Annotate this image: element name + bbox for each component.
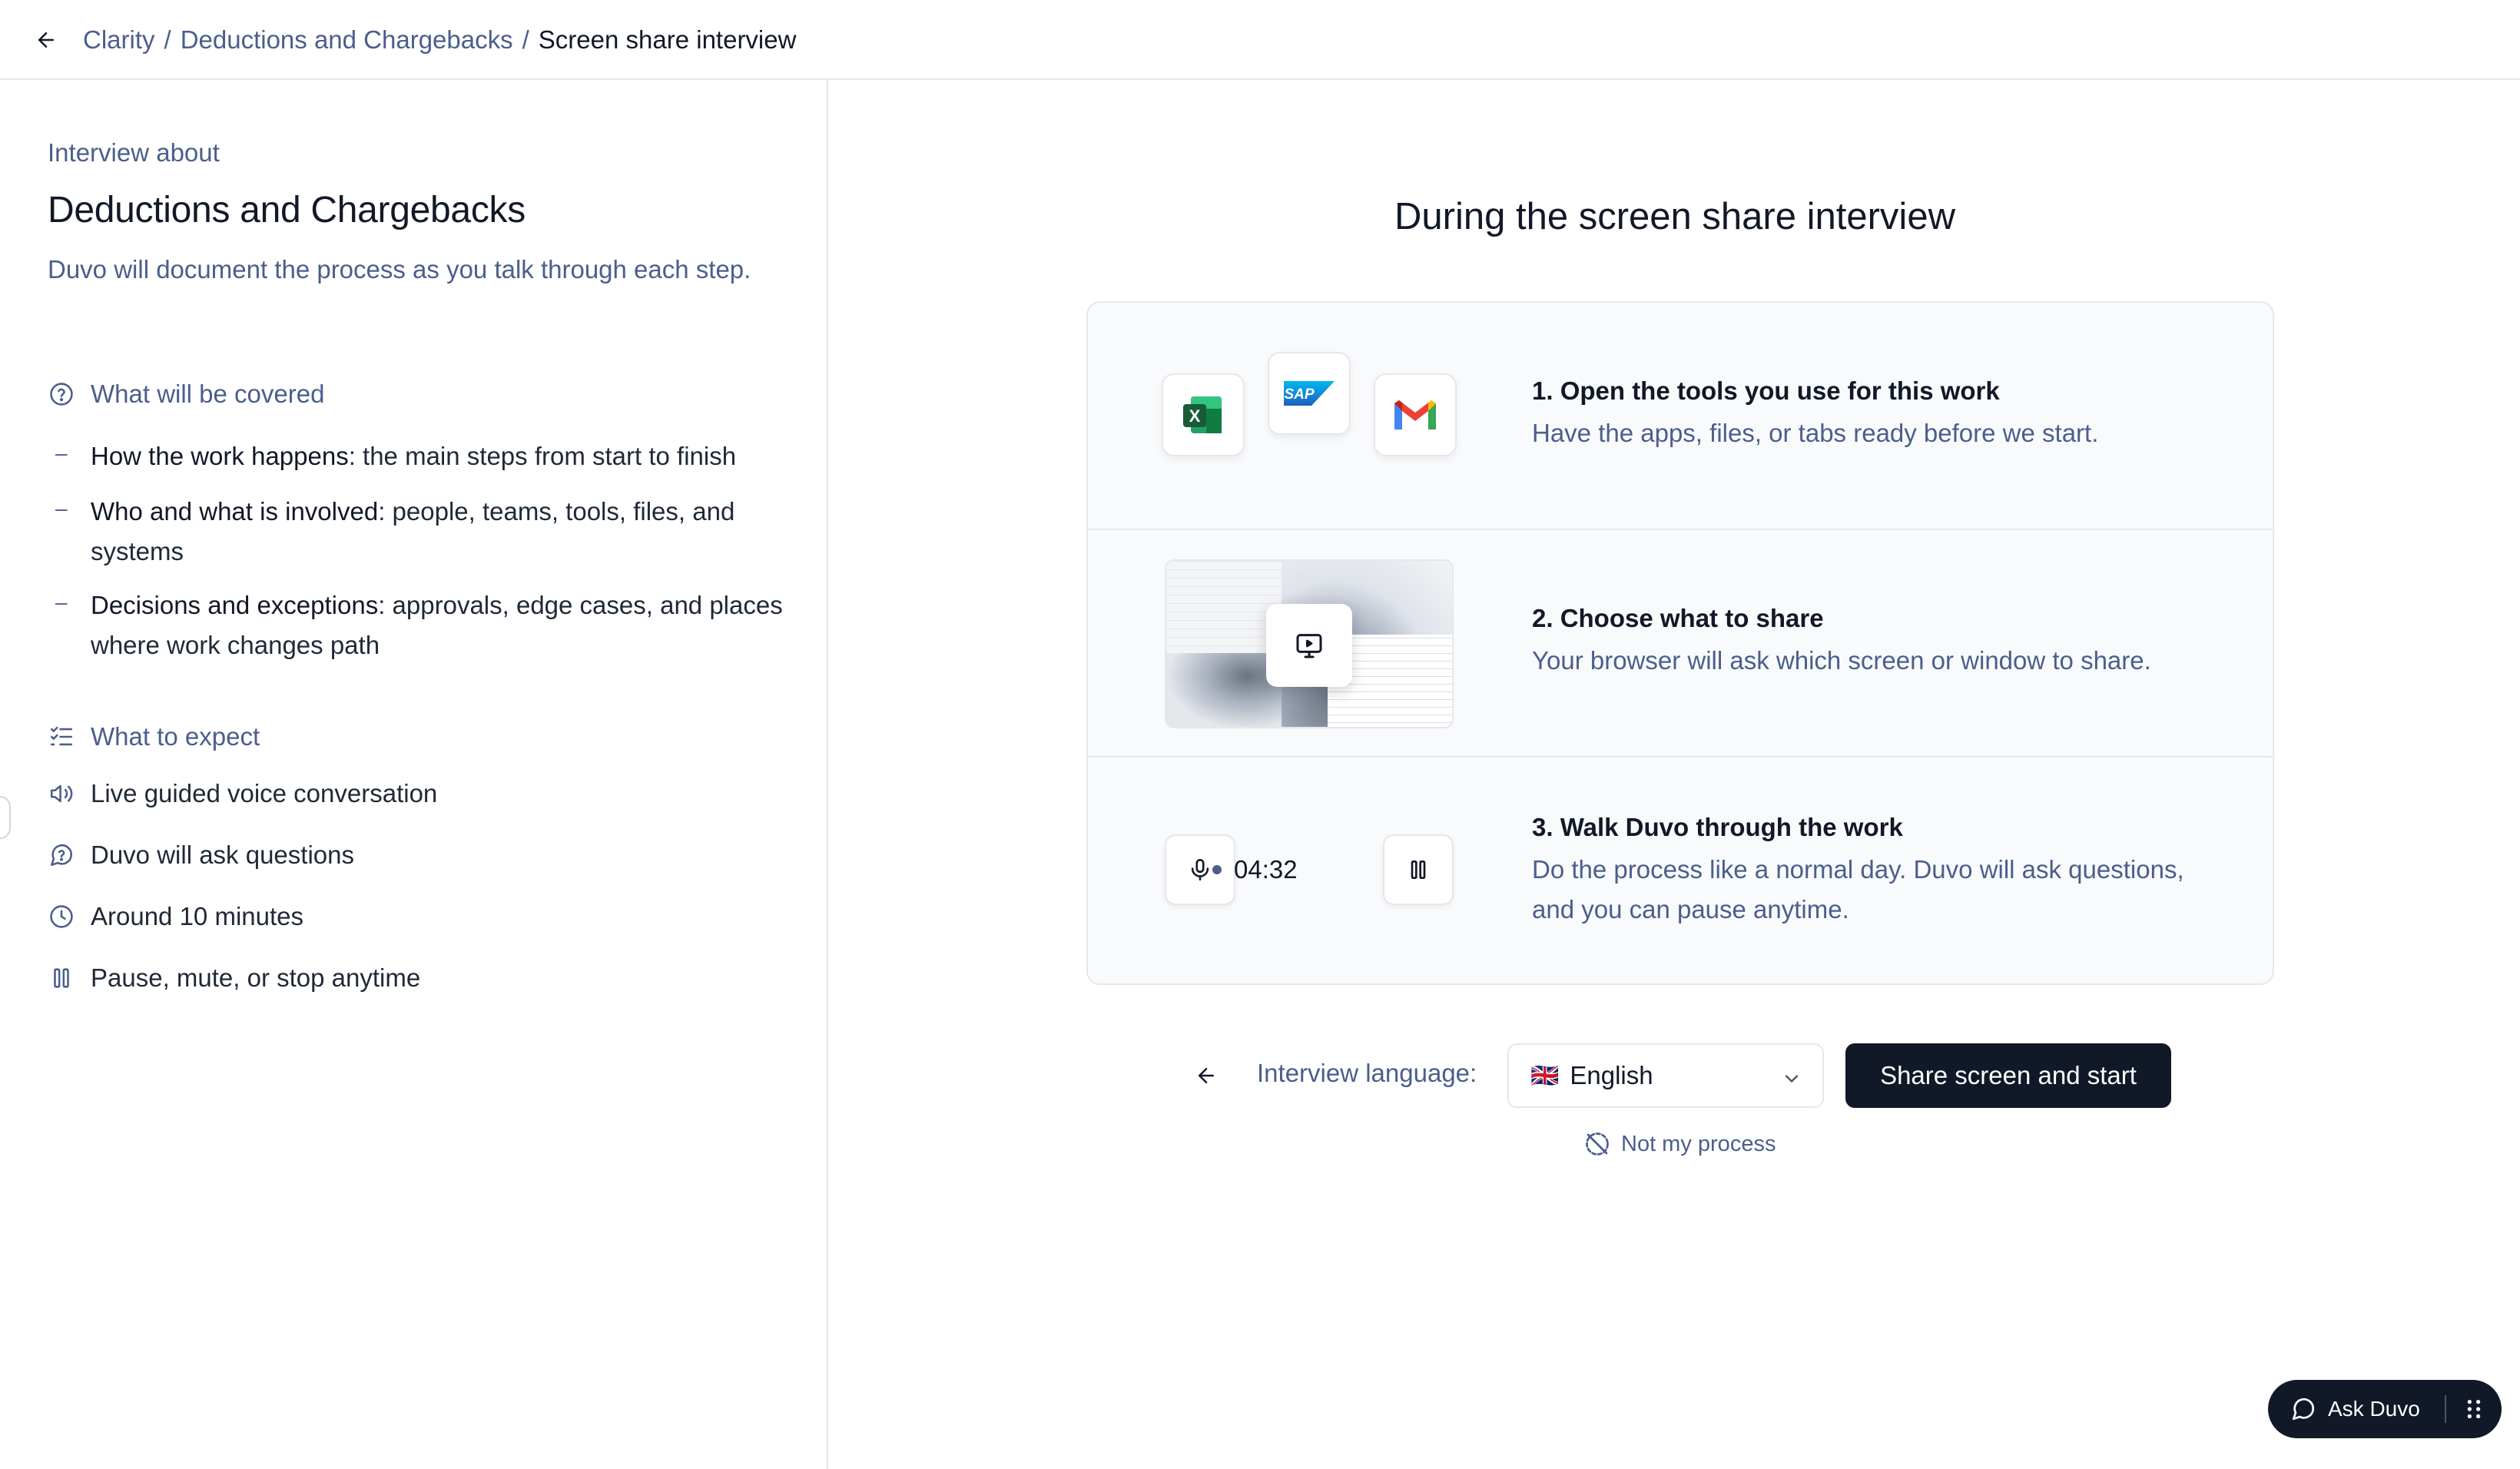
- expect-item-label: Live guided voice conversation: [91, 779, 438, 807]
- breadcrumb-separator: /: [522, 25, 529, 54]
- dash-icon: –: [55, 441, 68, 465]
- covered-item-bold: Who and what is involved: [91, 497, 379, 526]
- expect-item: Live guided voice conversation: [48, 779, 437, 808]
- sidebar-eyebrow: Interview about: [48, 138, 220, 167]
- step-walk-through: 04:32 3. Walk Duvo through the work Do t…: [1088, 758, 2273, 983]
- covered-item-text: : the main steps from start to finish: [348, 442, 737, 470]
- covered-heading-label: What will be covered: [91, 380, 325, 408]
- speaker-icon: [48, 780, 75, 807]
- topic-title: Deductions and Chargebacks: [48, 190, 526, 230]
- pause-icon: [48, 964, 75, 992]
- expect-item: Pause, mute, or stop anytime: [48, 963, 420, 993]
- language-select[interactable]: 🇬🇧 English: [1507, 1043, 1824, 1108]
- expect-heading-label: What to expect: [91, 722, 260, 751]
- not-my-process-link[interactable]: Not my process: [1583, 1129, 1776, 1159]
- uk-flag-icon: 🇬🇧: [1530, 1063, 1560, 1089]
- recording-dot: [1212, 865, 1222, 874]
- breadcrumb-current: Screen share interview: [538, 25, 797, 54]
- step-title: 2. Choose what to share: [1532, 604, 1824, 632]
- screen-share-preview: [1165, 559, 1454, 728]
- dash-icon: –: [55, 590, 68, 614]
- start-actions: Interview language: 🇬🇧 English Share scr…: [830, 1043, 2520, 1108]
- step-title: 3. Walk Duvo through the work: [1532, 813, 1903, 841]
- question-circle-icon: [48, 380, 75, 408]
- excel-letter: X: [1189, 406, 1201, 426]
- ask-duvo-button[interactable]: Ask Duvo: [2268, 1380, 2502, 1438]
- back-arrow-icon[interactable]: [1188, 1057, 1225, 1094]
- sap-letters: SAP: [1284, 386, 1314, 403]
- back-arrow-icon[interactable]: [28, 22, 65, 58]
- step-choose-share: 2. Choose what to share Your browser wil…: [1088, 530, 2273, 758]
- breadcrumb-deductions[interactable]: Deductions and Chargebacks: [181, 25, 513, 55]
- covered-item-bold: Decisions and exceptions: [91, 591, 379, 619]
- not-my-process-label: Not my process: [1621, 1131, 1776, 1156]
- step-open-tools: X SAP 1. Open the tools you use for this…: [1088, 303, 2273, 530]
- breadcrumb-clarity[interactable]: Clarity: [83, 25, 155, 55]
- language-label: Interview language:: [1257, 1059, 1477, 1087]
- breadcrumb: Clarity / Deductions and Chargebacks / S…: [83, 22, 796, 58]
- expect-item-label: Pause, mute, or stop anytime: [91, 963, 421, 992]
- interview-sidebar: Interview about Deductions and Chargebac…: [0, 80, 828, 1469]
- topic-description: Duvo will document the process as you ta…: [48, 255, 751, 284]
- ask-duvo-label: Ask Duvo: [2328, 1397, 2420, 1421]
- page-title: During the screen share interview: [1394, 196, 1955, 237]
- excel-icon: X: [1162, 373, 1245, 456]
- top-bar: Clarity / Deductions and Chargebacks / S…: [0, 0, 2520, 80]
- covered-item: – Decisions and exceptions: approvals, e…: [48, 585, 785, 665]
- sidebar-collapse-handle[interactable]: [0, 796, 11, 839]
- microphone-icon: [1191, 858, 1209, 881]
- covered-item: – How the work happens: the main steps f…: [48, 436, 785, 476]
- dash-icon: –: [55, 496, 68, 520]
- drag-grip-icon[interactable]: [2460, 1395, 2488, 1423]
- steps-card: X SAP 1. Open the tools you use for this…: [1086, 301, 2274, 985]
- step-title: 1. Open the tools you use for this work: [1532, 376, 2000, 405]
- timer-value: 04:32: [1234, 855, 1298, 884]
- checklist-icon: [48, 723, 75, 751]
- covered-item: – Who and what is involved: people, team…: [48, 492, 785, 572]
- ask-divider: [2445, 1395, 2446, 1423]
- pause-button[interactable]: [1383, 834, 1454, 905]
- gmail-icon: [1374, 373, 1457, 456]
- screen-share-icon: [1266, 604, 1352, 687]
- language-value: English: [1570, 1061, 1653, 1089]
- question-bubble-icon: [48, 841, 75, 869]
- share-screen-start-button[interactable]: Share screen and start: [1845, 1043, 2171, 1108]
- covered-heading: What will be covered: [48, 380, 324, 409]
- expect-heading: What to expect: [48, 722, 260, 751]
- not-allowed-icon: [1583, 1129, 1612, 1159]
- pause-icon: [1411, 861, 1426, 879]
- breadcrumb-separator: /: [164, 25, 171, 54]
- step-description: Do the process like a normal day. Duvo w…: [1532, 855, 2184, 924]
- step-description: Your browser will ask which screen or wi…: [1532, 646, 2151, 675]
- step-description: Have the apps, files, or tabs ready befo…: [1532, 419, 2099, 447]
- main-content: During the screen share interview X SAP …: [830, 80, 2520, 1469]
- expect-item: Duvo will ask questions: [48, 841, 354, 870]
- expect-item-label: Around 10 minutes: [91, 902, 304, 930]
- covered-item-bold: How the work happens: [91, 442, 349, 470]
- expect-item-label: Duvo will ask questions: [91, 841, 354, 869]
- sap-icon: SAP: [1268, 352, 1351, 435]
- clock-icon: [48, 903, 75, 930]
- recording-timer: 04:32: [1212, 845, 1298, 894]
- chat-bubble-icon: [2290, 1395, 2317, 1423]
- expect-item: Around 10 minutes: [48, 902, 303, 931]
- chevron-down-icon: [1781, 1066, 1802, 1096]
